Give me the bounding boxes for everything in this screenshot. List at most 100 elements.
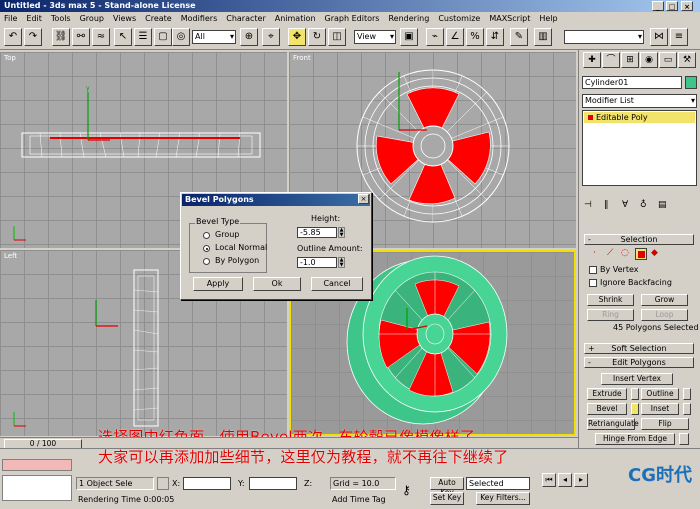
menu-tools[interactable]: Tools bbox=[51, 12, 71, 25]
modify-tab-icon[interactable]: ⌒ bbox=[602, 52, 620, 68]
play-icon[interactable]: ▸ bbox=[574, 473, 588, 487]
snap-toggle-icon[interactable]: ⌁ bbox=[426, 28, 444, 46]
mirror-icon[interactable]: ▥ bbox=[534, 28, 552, 46]
ignore-backfacing-checkbox[interactable] bbox=[589, 279, 597, 287]
mirror-tool-icon[interactable]: ⋈ bbox=[650, 28, 668, 46]
motion-tab-icon[interactable]: ◉ bbox=[640, 52, 658, 68]
extrude-button[interactable]: Extrude bbox=[587, 388, 627, 400]
radio-local-normal[interactable] bbox=[203, 245, 210, 252]
outline-spinner-field[interactable]: -1.0 bbox=[297, 257, 337, 268]
add-time-tag-button[interactable]: Add Time Tag bbox=[330, 494, 396, 507]
unlink-icon[interactable]: ⚯ bbox=[72, 28, 90, 46]
hinge-from-edge-button[interactable]: Hinge From Edge bbox=[595, 433, 675, 445]
select-rotate-icon[interactable]: ↻ bbox=[308, 28, 326, 46]
insert-vertex-button[interactable]: Insert Vertex bbox=[601, 373, 673, 385]
reference-coordinate-dropdown[interactable]: View bbox=[354, 30, 396, 44]
inset-settings-button[interactable] bbox=[683, 403, 691, 415]
pin-stack-icon[interactable]: ⊣ bbox=[584, 200, 592, 210]
flip-button[interactable]: Flip bbox=[641, 418, 689, 430]
outline-settings-button[interactable] bbox=[683, 388, 691, 400]
outline-spinner-arrows[interactable]: ▲ ▼ bbox=[338, 257, 345, 268]
modifier-stack[interactable]: Editable Poly bbox=[582, 110, 697, 186]
shrink-button[interactable]: Shrink bbox=[587, 294, 634, 306]
cancel-button[interactable]: Cancel bbox=[311, 277, 363, 291]
ring-button[interactable]: Ring bbox=[587, 309, 634, 321]
hierarchy-tab-icon[interactable]: ⊞ bbox=[621, 52, 639, 68]
element-level-icon[interactable]: ◆ bbox=[651, 248, 658, 258]
maxscript-listener-output[interactable] bbox=[2, 475, 72, 501]
go-to-start-icon[interactable]: ⏮ bbox=[542, 473, 556, 487]
edit-polygons-rollout-header[interactable]: - Edit Polygons bbox=[584, 357, 694, 368]
bevel-settings-button[interactable] bbox=[631, 403, 639, 415]
show-end-result-icon[interactable]: ‖ bbox=[604, 200, 609, 210]
menu-views[interactable]: Views bbox=[113, 12, 136, 25]
vertex-level-icon[interactable]: · bbox=[593, 248, 596, 258]
height-spinner-field[interactable]: -5.85 bbox=[297, 227, 337, 238]
named-selection-icon[interactable]: ✎ bbox=[510, 28, 528, 46]
display-tab-icon[interactable]: ▭ bbox=[659, 52, 677, 68]
undo-icon[interactable]: ↶ bbox=[4, 28, 22, 46]
outline-button[interactable]: Outline bbox=[641, 388, 679, 400]
hinge-settings-button[interactable] bbox=[679, 433, 689, 445]
menu-edit[interactable]: Edit bbox=[26, 12, 42, 25]
apply-button[interactable]: Apply bbox=[193, 277, 243, 291]
menu-file[interactable]: File bbox=[4, 12, 17, 25]
radio-by-polygon[interactable] bbox=[203, 258, 210, 265]
select-link-icon[interactable]: ⛓ bbox=[52, 28, 70, 46]
utilities-tab-icon[interactable]: ⚒ bbox=[678, 52, 696, 68]
set-key-icon[interactable]: ⚷ bbox=[402, 483, 426, 497]
stack-item-editable-poly[interactable]: Editable Poly bbox=[584, 112, 695, 123]
spinner-snap-icon[interactable]: ⇵ bbox=[486, 28, 504, 46]
soft-selection-rollout-header[interactable]: + Soft Selection bbox=[584, 343, 694, 354]
select-scale-icon[interactable]: ⌖ bbox=[262, 28, 280, 46]
minimize-button[interactable]: _ bbox=[652, 1, 664, 11]
menu-help[interactable]: Help bbox=[539, 12, 557, 25]
menu-character[interactable]: Character bbox=[226, 12, 266, 25]
select-object-icon[interactable]: ↖ bbox=[114, 28, 132, 46]
align-icon[interactable]: ≡ bbox=[670, 28, 688, 46]
select-by-name-icon[interactable]: ☰ bbox=[134, 28, 152, 46]
remove-modifier-icon[interactable]: ♁ bbox=[640, 200, 647, 210]
menu-group[interactable]: Group bbox=[80, 12, 104, 25]
extrude-settings-button[interactable] bbox=[631, 388, 639, 400]
window-crossing-icon[interactable]: ◎ bbox=[172, 28, 190, 46]
loop-button[interactable]: Loop bbox=[641, 309, 688, 321]
edge-level-icon[interactable]: ⟋ bbox=[607, 248, 613, 258]
select-scale-uniform-icon[interactable]: ◫ bbox=[328, 28, 346, 46]
by-vertex-checkbox[interactable] bbox=[589, 266, 597, 274]
pivot-center-icon[interactable]: ▣ bbox=[400, 28, 418, 46]
dialog-close-icon[interactable]: × bbox=[358, 194, 369, 204]
menu-create[interactable]: Create bbox=[145, 12, 172, 25]
object-name-field[interactable]: Cylinder01 bbox=[582, 76, 682, 89]
lock-selection-icon[interactable] bbox=[157, 477, 169, 490]
menu-animation[interactable]: Animation bbox=[275, 12, 316, 25]
menu-graph-editors[interactable]: Graph Editors bbox=[325, 12, 380, 25]
menu-rendering[interactable]: Rendering bbox=[388, 12, 429, 25]
inset-button[interactable]: Inset bbox=[641, 403, 679, 415]
create-tab-icon[interactable]: ✚ bbox=[583, 52, 601, 68]
maxscript-listener[interactable] bbox=[2, 459, 72, 471]
menu-customize[interactable]: Customize bbox=[438, 12, 480, 25]
bind-space-warp-icon[interactable]: ≈ bbox=[92, 28, 110, 46]
region-select-icon[interactable]: ▢ bbox=[154, 28, 172, 46]
close-button[interactable]: × bbox=[681, 1, 693, 11]
select-move-rotate-icon[interactable]: ⊕ bbox=[240, 28, 258, 46]
maximize-button[interactable]: □ bbox=[666, 1, 678, 11]
y-coordinate-field[interactable] bbox=[249, 477, 297, 490]
set-key-button[interactable]: Set Key bbox=[430, 492, 464, 505]
previous-frame-icon[interactable]: ◂ bbox=[558, 473, 572, 487]
configure-sets-icon[interactable]: ▤ bbox=[658, 200, 667, 210]
retriangulate-button[interactable]: Retriangulate bbox=[587, 418, 639, 430]
selection-rollout-header[interactable]: - Selection bbox=[584, 234, 694, 245]
ok-button[interactable]: Ok bbox=[253, 277, 301, 291]
key-filters-button[interactable]: Key Filters... bbox=[476, 492, 530, 505]
bevel-button[interactable]: Bevel bbox=[587, 403, 627, 415]
percent-snap-icon[interactable]: % bbox=[466, 28, 484, 46]
menu-maxscript[interactable]: MAXScript bbox=[489, 12, 530, 25]
select-move-icon[interactable]: ✥ bbox=[288, 28, 306, 46]
x-coordinate-field[interactable] bbox=[183, 477, 231, 490]
make-unique-icon[interactable]: ∀ bbox=[622, 200, 628, 210]
key-mode-dropdown[interactable]: Selected bbox=[466, 477, 530, 490]
menu-modifiers[interactable]: Modifiers bbox=[181, 12, 218, 25]
auto-key-button[interactable]: Auto Key bbox=[430, 477, 464, 497]
